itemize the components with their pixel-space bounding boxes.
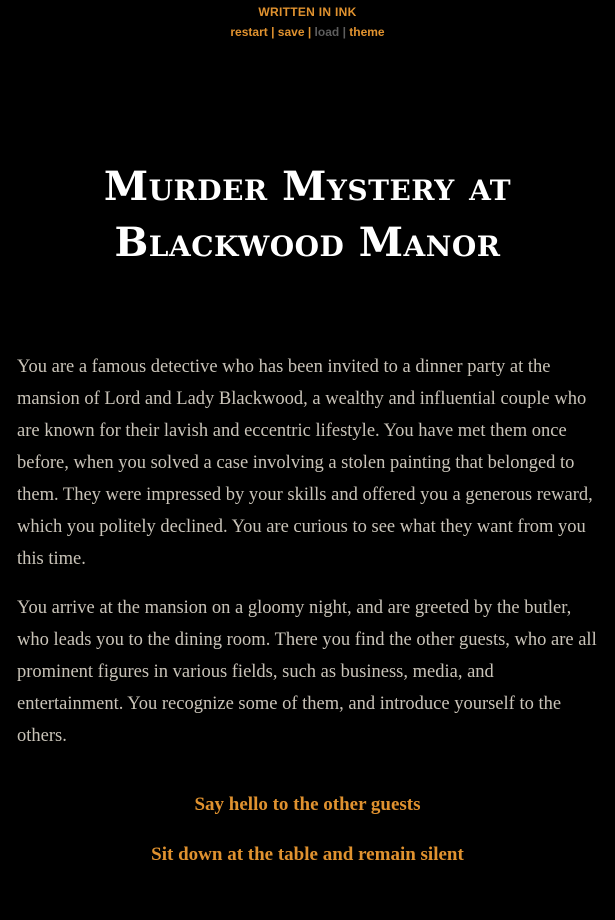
controls-separator: | <box>342 25 346 39</box>
story-paragraph: You are a famous detective who has been … <box>17 357 593 569</box>
brand-title: WRITTEN IN INK <box>258 5 357 19</box>
choices-list: Say hello to the other guests Sit down a… <box>0 793 615 867</box>
header: WRITTEN IN INK restart | save | load | t… <box>0 0 615 39</box>
story-text: You are a famous detective who has been … <box>17 351 598 752</box>
story-title: Murder Mystery at Blackwood Manor <box>103 163 512 266</box>
controls-separator: | <box>307 25 312 39</box>
theme-button[interactable]: theme <box>349 25 384 39</box>
load-button: load <box>314 25 340 39</box>
controls-separator: | <box>271 25 275 39</box>
choice-say-hello[interactable]: Say hello to the other guests <box>0 793 615 817</box>
story-paragraph: You arrive at the mansion on a gloomy ni… <box>17 598 597 746</box>
choice-sit-silent[interactable]: Sit down at the table and remain silent <box>0 843 615 867</box>
restart-button[interactable]: restart <box>230 25 267 39</box>
save-button[interactable]: save <box>278 25 305 39</box>
controls-bar: restart | save | load | theme <box>0 25 615 39</box>
